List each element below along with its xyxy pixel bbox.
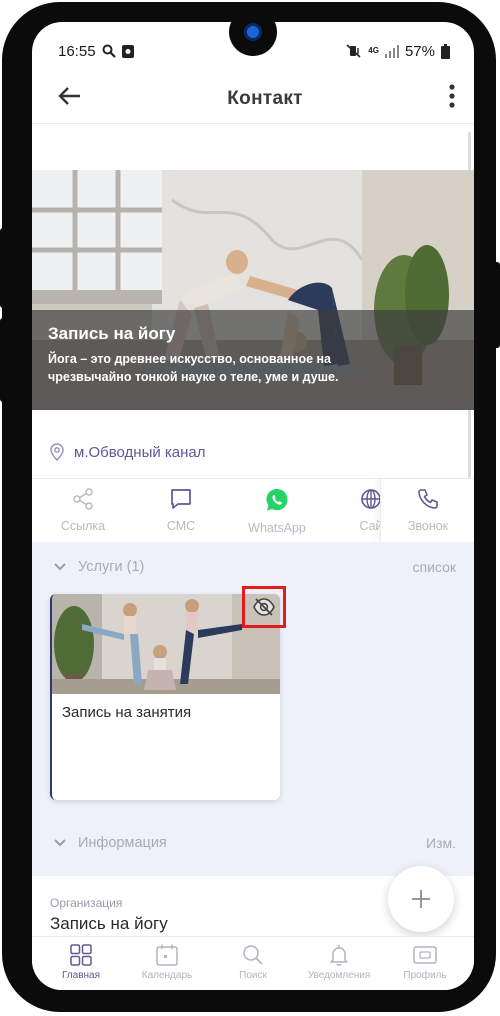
action-call[interactable]: Звонок [385,487,471,533]
screenshot-status-icon [121,44,134,58]
nav-label: Уведомления [307,970,371,981]
action-label: WhatsApp [248,521,306,535]
page-title: Контакт [227,87,303,109]
action-whatsapp[interactable]: WhatsApp [234,487,320,535]
info-title: Информация [78,835,167,851]
mute-vibrate-icon [346,44,362,58]
profile-card-icon [413,946,437,964]
app-bar: Контакт [32,74,474,124]
more-vert-icon [449,84,455,108]
search-status-icon [102,44,116,58]
bottom-navigation: Главная Календарь Поиск Уведомления Проф… [32,936,474,990]
location-text: м.Обводный канал [74,443,206,461]
chat-icon [171,489,191,509]
services-title: Услуги (1) [78,559,145,575]
share-icon [73,488,93,510]
action-call-container: Звонок [380,479,474,543]
visibility-toggle-button[interactable] [242,586,286,628]
chevron-down-icon [54,839,66,847]
status-time: 16:55 [58,42,96,60]
action-label: СМС [166,519,196,533]
side-button [0,318,8,402]
contact-actions: Ссылка СМС WhatsApp Сай Звонок [32,478,474,543]
action-label: Звонок [407,519,449,533]
nav-label: Календарь [141,970,193,981]
nav-notifications[interactable]: Уведомления [296,937,382,990]
nav-search[interactable]: Поиск [210,937,296,990]
nav-label: Поиск [239,970,267,981]
service-card-title: Запись на занятия [62,704,192,721]
front-camera [229,8,277,56]
hero-description-line-1: Йога – это древнее искусство, основанное… [48,352,332,366]
hero-title: Запись на йогу [48,324,176,343]
eye-off-icon [253,598,275,616]
hero-description-line-2: чрезвычайно тонкой науке о теле, уме и д… [48,370,339,384]
action-sms[interactable]: СМС [138,487,224,533]
add-button[interactable] [388,866,454,932]
location-pin-icon [50,443,64,461]
nav-label: Главная [61,970,101,981]
services-header[interactable]: Услуги (1) список [32,552,474,582]
battery-percent: 57% [404,42,435,60]
arrow-left-icon [58,87,80,105]
battery-icon [441,43,450,59]
nav-home[interactable]: Главная [38,937,124,990]
volume-button [0,228,8,308]
nav-label: Профиль [403,970,447,981]
whatsapp-icon [266,489,288,511]
action-link[interactable]: Ссылка [40,487,126,533]
signal-icon [384,44,399,58]
info-edit-link[interactable]: Изм. [426,835,456,851]
nav-calendar[interactable]: Календарь [124,937,210,990]
action-label: Ссылка [60,519,106,533]
more-menu-button[interactable] [448,84,456,113]
location-row[interactable]: м.Обводный канал [32,434,474,470]
phone-icon [418,489,438,509]
hero-caption: Запись на йогу Йога – это древнее искусс… [32,310,474,410]
plus-icon [412,890,430,908]
back-button[interactable] [58,86,82,111]
grid-icon [70,944,92,966]
hero-banner[interactable]: Запись на йогу Йога – это древнее искусс… [32,170,474,410]
services-list-link[interactable]: список [413,559,456,575]
power-button [492,262,500,348]
calendar-icon [156,944,178,966]
screen: 16:55 4G 57% Контакт Запись на йогу Йога… [32,22,474,990]
nav-profile[interactable]: Профиль [382,937,468,990]
bell-icon [330,945,348,966]
chevron-down-icon [54,563,66,571]
search-icon [243,945,263,965]
network-type: 4G [368,46,379,55]
info-header[interactable]: Информация Изм. [32,828,474,858]
